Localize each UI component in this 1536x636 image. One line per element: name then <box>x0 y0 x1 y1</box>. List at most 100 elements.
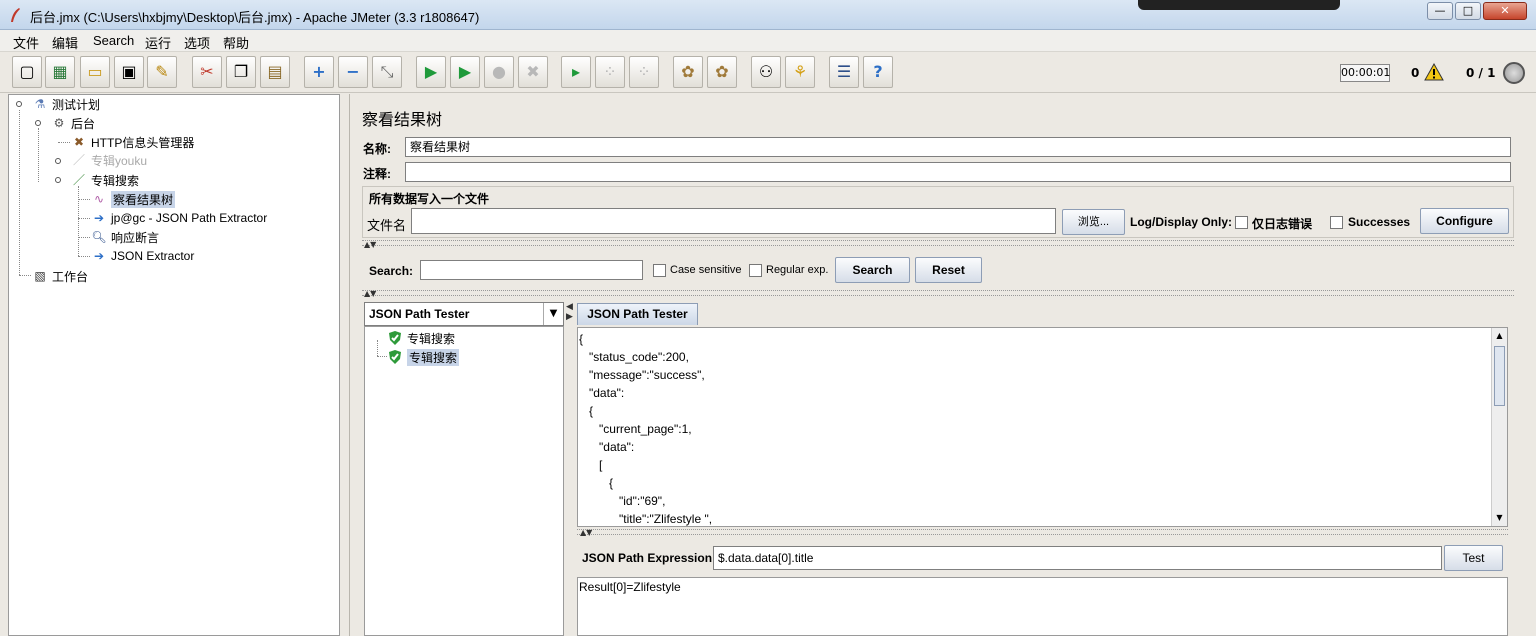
warning-icon[interactable] <box>1424 63 1444 81</box>
tree-item-workbench[interactable]: ▧ 工作台 <box>32 267 88 285</box>
filename-label: 文件名 <box>367 218 407 233</box>
filename-field[interactable] <box>411 208 1056 234</box>
menu-search[interactable]: Search <box>93 33 134 48</box>
pipette-icon: ／ <box>72 153 85 167</box>
configure-button[interactable]: Configure <box>1420 208 1509 234</box>
open-icon[interactable]: ▭ <box>80 56 110 88</box>
file-group-title: 所有数据写入一个文件 <box>369 192 490 206</box>
tree-item-header-manager[interactable]: ✖ HTTP信息头管理器 <box>71 133 194 151</box>
divider-arrows[interactable]: ▲▼ <box>364 240 376 249</box>
name-field[interactable]: 察看结果树 <box>405 137 1511 157</box>
tree-item-json-extractor-2[interactable]: ➔ JSON Extractor <box>91 247 194 265</box>
scroll-up-icon[interactable]: ▲ <box>1492 328 1507 344</box>
successes-label: Successes <box>1348 215 1411 229</box>
remote-shutdown-icon[interactable]: ⁘ <box>629 56 659 88</box>
remote-stop-icon[interactable]: ⁘ <box>595 56 625 88</box>
toggle-icon[interactable]: ⤡ <box>372 56 402 88</box>
start-no-pauses-icon[interactable]: ▶ <box>450 56 480 88</box>
regular-exp-checkbox[interactable] <box>749 264 762 277</box>
tree-toggle[interactable] <box>55 158 61 164</box>
log-display-label: Log/Display Only: <box>1130 215 1233 229</box>
menu-options[interactable]: 选项 <box>184 33 210 52</box>
renderer-select[interactable]: JSON Path Tester ▼ <box>364 302 564 326</box>
scroll-down-icon[interactable]: ▼ <box>1492 510 1507 526</box>
menu-file[interactable]: 文件 <box>13 33 39 52</box>
json-scrollbar[interactable]: ▲ ▼ <box>1491 328 1507 526</box>
menu-help[interactable]: 帮助 <box>223 33 249 52</box>
tree-item-label: 测试计划 <box>52 97 101 112</box>
success-shield-icon <box>389 331 401 345</box>
tree-item-sampler-search[interactable]: ／ 专辑搜索 <box>71 171 139 189</box>
sample-item[interactable]: 专辑搜索 <box>387 329 455 347</box>
minimize-button[interactable]: — <box>1427 2 1453 20</box>
json-path-expression-input[interactable]: $.data.data[0].title <box>713 546 1442 570</box>
tree-item-test-plan[interactable]: ⚗ 测试计划 <box>32 95 100 113</box>
sample-label: 专辑搜索 <box>407 331 456 346</box>
stop-icon[interactable]: ● <box>484 56 514 88</box>
search-binoculars-icon[interactable]: ⚇ <box>751 56 781 88</box>
comment-label: 注释: <box>363 167 391 181</box>
new-icon[interactable]: ▢ <box>12 56 42 88</box>
extractor-icon: ➔ <box>93 249 105 263</box>
cut-icon[interactable]: ✂ <box>192 56 222 88</box>
remote-start-icon[interactable]: ▸ <box>561 56 591 88</box>
reset-button[interactable]: Reset <box>915 257 982 283</box>
tree-toggle[interactable] <box>55 177 61 183</box>
json-response-viewer[interactable]: { "status_code":200, "message":"success"… <box>577 327 1508 527</box>
expand-all-icon[interactable]: + <box>304 56 334 88</box>
search-button[interactable]: Search <box>835 257 910 283</box>
reset-search-broom-icon[interactable]: ⚘ <box>785 56 815 88</box>
scroll-thumb[interactable] <box>1494 346 1505 406</box>
json-line: "title":"Zlifestyle ", <box>579 512 713 526</box>
clear-icon[interactable]: ✿ <box>673 56 703 88</box>
tree-connector <box>377 356 387 357</box>
shutdown-icon[interactable]: ✖ <box>518 56 548 88</box>
comment-field[interactable] <box>405 162 1511 182</box>
divider-arrows[interactable]: ▲▼ <box>364 289 376 298</box>
browse-button[interactable]: 浏览... <box>1062 209 1125 235</box>
chevron-down-icon[interactable]: ▼ <box>543 303 563 325</box>
flask-icon: ⚗ <box>34 97 46 111</box>
split-divider[interactable] <box>362 240 1514 246</box>
json-line: "status_code":200, <box>579 350 689 364</box>
success-shield-icon <box>389 350 401 364</box>
tree-item-view-results-tree[interactable]: ∿ 察看结果树 <box>91 190 176 208</box>
paste-icon[interactable]: ▤ <box>260 56 290 88</box>
collapse-all-icon[interactable]: − <box>338 56 368 88</box>
menu-edit[interactable]: 编辑 <box>52 33 78 52</box>
case-sensitive-checkbox[interactable] <box>653 264 666 277</box>
copy-icon[interactable]: ❐ <box>226 56 256 88</box>
search-input[interactable] <box>420 260 643 280</box>
tree-toggle[interactable] <box>16 101 22 107</box>
panel-splitter[interactable] <box>340 94 350 636</box>
function-helper-icon[interactable]: ☰ <box>829 56 859 88</box>
errors-only-checkbox[interactable] <box>1235 216 1248 229</box>
json-path-expression-label: JSON Path Expression <box>582 551 713 565</box>
tab-json-path-tester[interactable]: JSON Path Tester <box>577 303 698 325</box>
split-divider[interactable] <box>577 529 1508 535</box>
successes-checkbox[interactable] <box>1330 216 1343 229</box>
sample-item[interactable]: 专辑搜索 <box>387 348 460 366</box>
templates-icon[interactable]: ▦ <box>45 56 75 88</box>
json-path-result[interactable]: Result[0]=Zlifestyle <box>577 577 1508 636</box>
menu-run[interactable]: 运行 <box>145 33 171 52</box>
save-icon[interactable]: ▣ <box>114 56 144 88</box>
maximize-button[interactable]: □ <box>1455 2 1481 20</box>
tree-item-thread-group[interactable]: ⚙ 后台 <box>51 114 95 132</box>
tree-item-response-assertion[interactable]: 🔍︎ 响应断言 <box>91 228 159 246</box>
save-as-icon[interactable]: ✎ <box>147 56 177 88</box>
tree-connector <box>38 128 39 182</box>
json-line: { <box>579 476 614 490</box>
tree-item-json-extractor-1[interactable]: ➔ jp@gc - JSON Path Extractor <box>91 209 267 227</box>
tree-toggle[interactable] <box>35 120 41 126</box>
clear-all-icon[interactable]: ✿ <box>707 56 737 88</box>
divider-arrows[interactable]: ▲▼ <box>580 528 592 537</box>
split-divider[interactable] <box>362 290 1514 296</box>
test-button[interactable]: Test <box>1444 545 1503 571</box>
regular-exp-label: Regular exp. <box>766 264 829 276</box>
start-icon[interactable]: ▶ <box>416 56 446 88</box>
close-button[interactable]: ✕ <box>1483 2 1527 20</box>
splitter-arrows[interactable]: ◀ ▶ <box>566 302 573 322</box>
help-icon[interactable]: ? <box>863 56 893 88</box>
tree-item-sampler-disabled[interactable]: ／ 专辑youku <box>71 151 147 169</box>
